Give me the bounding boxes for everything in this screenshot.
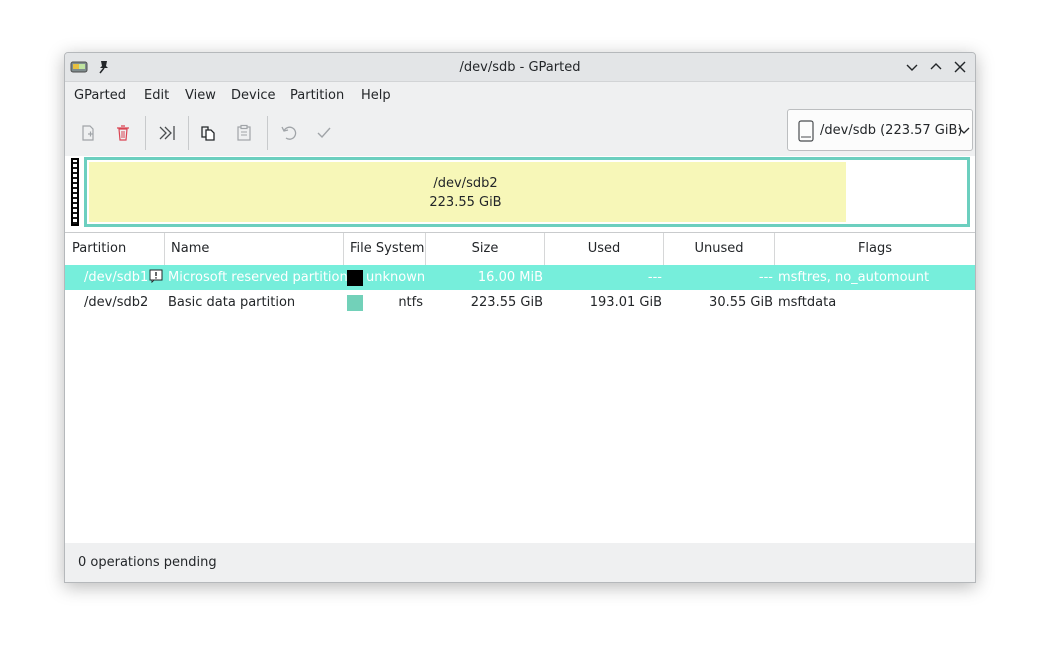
harddisk-icon — [798, 120, 814, 142]
cell-flags: msftres, no_automount — [778, 270, 930, 285]
device-selector[interactable]: /dev/sdb (223.57 GiB) — [787, 109, 973, 151]
menu-help[interactable]: Help — [361, 88, 391, 103]
diskmap-partition-size: 223.55 GiB — [429, 195, 502, 210]
gparted-window: /dev/sdb - GParted GParted Edit View Dev… — [64, 52, 976, 583]
menu-device[interactable]: Device — [231, 88, 275, 103]
cell-used: --- — [647, 270, 662, 285]
delete-partition-button[interactable] — [110, 120, 136, 146]
table-header: Partition Name File System Size Used Unu… — [65, 233, 975, 266]
device-label: /dev/sdb (223.57 GiB) — [820, 123, 963, 138]
new-partition-icon — [82, 125, 94, 141]
copy-icon — [201, 126, 215, 141]
column-header-filesystem[interactable]: File System — [344, 233, 426, 265]
cell-name: Basic data partition — [168, 295, 296, 310]
resize-move-icon — [159, 126, 175, 140]
cell-filesystem: ntfs — [398, 295, 423, 310]
partition-sdb2-graphic[interactable]: /dev/sdb2 223.55 GiB — [84, 157, 970, 227]
cell-flags: msftdata — [778, 295, 837, 310]
cell-size: 223.55 GiB — [470, 295, 543, 310]
window-title: /dev/sdb - GParted — [459, 60, 581, 75]
cell-partition: /dev/sdb1 — [84, 270, 149, 285]
filesystem-color-swatch — [347, 295, 363, 311]
column-header-size[interactable]: Size — [426, 233, 545, 265]
toolbar-separator — [267, 116, 268, 150]
partition-table: Partition Name File System Size Used Unu… — [65, 232, 975, 544]
disk-map: /dev/sdb2 223.55 GiB — [65, 156, 975, 232]
cell-partition: /dev/sdb2 — [84, 295, 149, 310]
chevron-down-icon — [958, 127, 970, 134]
minimize-button[interactable] — [904, 59, 920, 75]
cell-unused: --- — [758, 270, 773, 285]
close-button[interactable] — [952, 59, 968, 75]
toolbar-separator — [145, 116, 146, 150]
maximize-button[interactable] — [928, 59, 944, 75]
menu-bar: GParted Edit View Device Partition Help — [65, 82, 975, 110]
menu-gparted[interactable]: GParted — [74, 88, 126, 103]
status-bar: 0 operations pending — [65, 543, 975, 582]
partition-sdb1-graphic[interactable] — [71, 158, 79, 226]
column-header-name[interactable]: Name — [165, 233, 344, 265]
cell-name: Microsoft reserved partition — [168, 270, 348, 285]
cell-unused: 30.55 GiB — [709, 295, 773, 310]
apply-icon — [317, 127, 331, 139]
warning-icon — [149, 269, 163, 283]
column-header-flags[interactable]: Flags — [775, 233, 975, 265]
menu-edit[interactable]: Edit — [144, 88, 169, 103]
column-header-unused[interactable]: Unused — [664, 233, 775, 265]
new-partition-button[interactable] — [75, 120, 101, 146]
filesystem-color-swatch — [347, 270, 363, 286]
delete-partition-icon — [117, 125, 129, 141]
column-header-partition[interactable]: Partition — [65, 233, 165, 265]
paste-button[interactable] — [231, 120, 257, 146]
paste-icon — [237, 124, 251, 141]
undo-button[interactable] — [275, 120, 301, 146]
table-row[interactable]: /dev/sdb1 Microsoft reserved partition u… — [65, 265, 975, 290]
menu-view[interactable]: View — [185, 88, 216, 103]
title-bar: /dev/sdb - GParted — [65, 53, 975, 82]
cell-filesystem: unknown — [366, 270, 426, 285]
status-text: 0 operations pending — [78, 555, 217, 570]
column-header-used[interactable]: Used — [545, 233, 664, 265]
undo-icon — [281, 126, 297, 140]
toolbar-separator — [188, 116, 189, 150]
table-row[interactable]: /dev/sdb2 Basic data partition ntfs 223.… — [65, 290, 975, 315]
apply-button[interactable] — [311, 120, 337, 146]
cell-size: 16.00 MiB — [477, 270, 543, 285]
cell-used: 193.01 GiB — [589, 295, 662, 310]
used-space-bar — [89, 162, 846, 222]
resize-move-button[interactable] — [154, 120, 180, 146]
copy-button[interactable] — [195, 120, 221, 146]
menu-partition[interactable]: Partition — [290, 88, 344, 103]
diskmap-partition-label: /dev/sdb2 — [433, 176, 498, 191]
